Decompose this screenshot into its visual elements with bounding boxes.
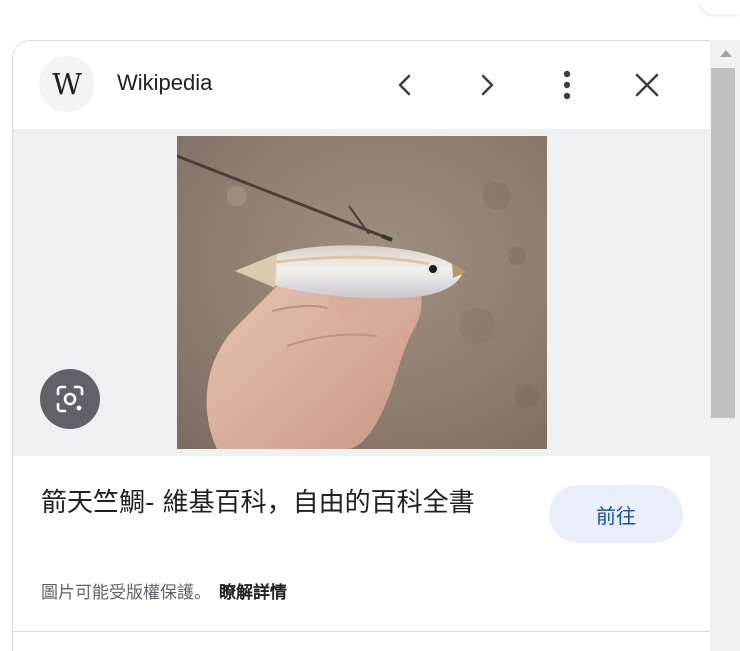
- image-viewer-window: W Wikipedia 箭天竺鯛- 維基百科，自由的百科全書 前往 圖片可能受版…: [0, 0, 740, 651]
- source-title[interactable]: Wikipedia: [117, 70, 212, 96]
- vertical-scrollbar[interactable]: [710, 40, 740, 651]
- close-button[interactable]: [627, 65, 667, 105]
- background-card-edge: [700, 0, 740, 14]
- more-vert-icon: [563, 70, 571, 100]
- image-details-panel: W Wikipedia 箭天竺鯛- 維基百科，自由的百科全書 前往 圖片可能受版…: [12, 40, 712, 651]
- copyright-text: 圖片可能受版權保護。: [41, 583, 211, 603]
- chevron-right-icon: [481, 74, 494, 96]
- scrollbar-thumb[interactable]: [711, 68, 735, 418]
- fish-in-hand-photo[interactable]: [177, 136, 547, 449]
- google-lens-button[interactable]: [40, 369, 100, 429]
- more-options-button[interactable]: [547, 65, 587, 105]
- wikipedia-logo-letter: W: [52, 66, 82, 101]
- result-page-title[interactable]: 箭天竺鯛- 維基百科，自由的百科全書: [41, 483, 531, 523]
- wikipedia-logo: W: [39, 56, 95, 112]
- next-button[interactable]: [467, 65, 507, 105]
- previous-button[interactable]: [385, 65, 425, 105]
- scroll-up-arrow-icon[interactable]: [720, 50, 732, 57]
- visit-page-button[interactable]: 前往: [549, 485, 683, 543]
- learn-more-link[interactable]: 瞭解詳情: [219, 583, 287, 603]
- google-lens-icon: [56, 385, 84, 413]
- chevron-left-icon: [398, 74, 411, 96]
- image-preview-area: [13, 129, 711, 456]
- panel-header: W Wikipedia: [13, 41, 711, 129]
- close-icon: [635, 73, 659, 97]
- copyright-notice: 圖片可能受版權保護。 瞭解詳情: [41, 578, 287, 603]
- section-divider: [13, 631, 711, 632]
